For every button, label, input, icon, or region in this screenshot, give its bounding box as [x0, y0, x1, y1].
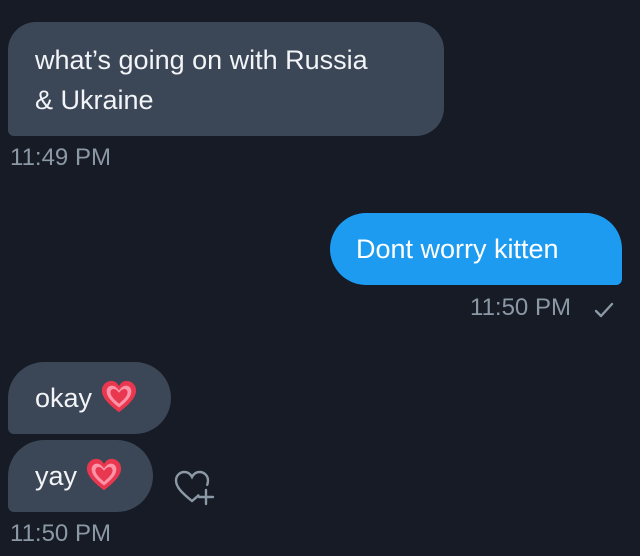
heart-icon	[100, 379, 138, 417]
add-reaction-icon[interactable]	[172, 468, 218, 508]
message-bubble-incoming[interactable]: okay	[8, 362, 171, 434]
message-timestamp: 11:50 PM	[470, 294, 571, 321]
message-timestamp: 11:49 PM	[10, 144, 111, 171]
message-text: okay	[35, 383, 93, 413]
message-bubble-outgoing[interactable]: Dont worry kitten	[330, 213, 622, 285]
message-text: yay	[35, 461, 78, 491]
message-bubble-incoming[interactable]: what’s going on with Russia & Ukraine	[8, 22, 444, 136]
check-icon	[594, 302, 614, 318]
message-timestamp: 11:50 PM	[10, 520, 111, 547]
heart-icon	[85, 457, 123, 495]
message-text: Dont worry kitten	[356, 234, 559, 264]
message-bubble-incoming[interactable]: yay	[8, 440, 153, 512]
message-text: what’s going on with Russia & Ukraine	[35, 45, 368, 115]
